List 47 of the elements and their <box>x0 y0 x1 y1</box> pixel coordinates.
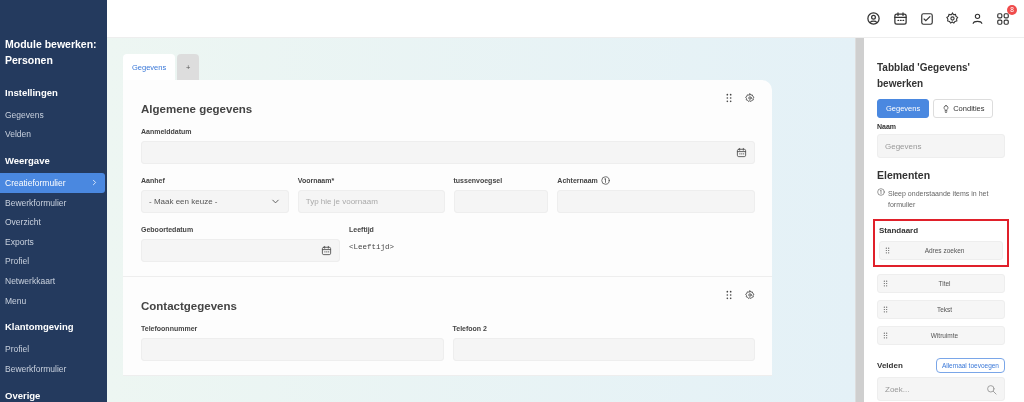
select-dropdown[interactable]: - Maak een keuze - <box>141 190 289 213</box>
group-heading: Standaard <box>879 226 920 235</box>
sidebar-item[interactable]: Profiel <box>0 339 105 359</box>
sidebar-item[interactable]: Gegevens <box>0 105 105 125</box>
drag-handle-icon <box>882 306 889 313</box>
info-icon[interactable] <box>600 176 610 185</box>
search-icon <box>986 383 997 395</box>
sidebar-item[interactable]: Velden <box>0 124 105 145</box>
scrollbar[interactable] <box>855 38 864 402</box>
drag-handle-icon[interactable] <box>724 290 734 300</box>
sidebar-item[interactable]: Menu <box>0 290 105 311</box>
section-title: Algemene gegevens <box>141 103 253 115</box>
lightbulb-icon <box>942 104 951 113</box>
module-title: Module bewerken: Personen <box>4 37 98 68</box>
info-icon <box>877 188 885 196</box>
chevron-right-icon <box>90 178 99 188</box>
section-heading: Elementen <box>877 169 932 181</box>
sidebar-item[interactable]: Creatieformulier <box>0 173 105 193</box>
section-heading: Overige <box>4 388 42 402</box>
sidebar-item[interactable]: Bewerkformulier <box>0 192 105 213</box>
section-heading: Weergave <box>4 154 51 169</box>
section-title: Contactgegevens <box>141 300 237 312</box>
section-heading: Instellingen <box>4 86 59 100</box>
calendar-icon[interactable] <box>321 245 332 256</box>
drag-handle-icon <box>882 280 889 287</box>
sidebar-item[interactable]: Bewerkformulier <box>0 358 105 379</box>
section-heading: Klantomgeving <box>4 320 75 335</box>
drag-handle-icon <box>884 247 891 254</box>
calendar-icon[interactable] <box>893 11 908 26</box>
settings-icon[interactable] <box>946 12 959 25</box>
panel-title: Tabblad 'Gegevens' bewerken <box>877 61 971 91</box>
settings-icon[interactable] <box>745 93 755 103</box>
settings-icon[interactable] <box>745 290 755 300</box>
sidebar-item[interactable]: Overzicht <box>0 212 105 232</box>
date-field[interactable] <box>141 239 340 262</box>
person-icon[interactable] <box>971 12 984 25</box>
user-circle-icon[interactable] <box>866 11 881 26</box>
drag-handle-icon <box>882 332 889 339</box>
group-heading: Velden <box>877 361 903 370</box>
sidebar-item[interactable]: Profiel <box>0 251 105 272</box>
apps-grid-icon[interactable] <box>996 11 1010 26</box>
sidebar-item[interactable]: Netwerkkaart <box>0 271 105 291</box>
drag-handle-icon[interactable] <box>724 93 734 103</box>
checkbox-icon[interactable] <box>920 11 934 26</box>
date-field[interactable] <box>141 141 755 164</box>
calendar-icon[interactable] <box>736 147 747 158</box>
sidebar-item[interactable]: Exports <box>0 231 105 252</box>
